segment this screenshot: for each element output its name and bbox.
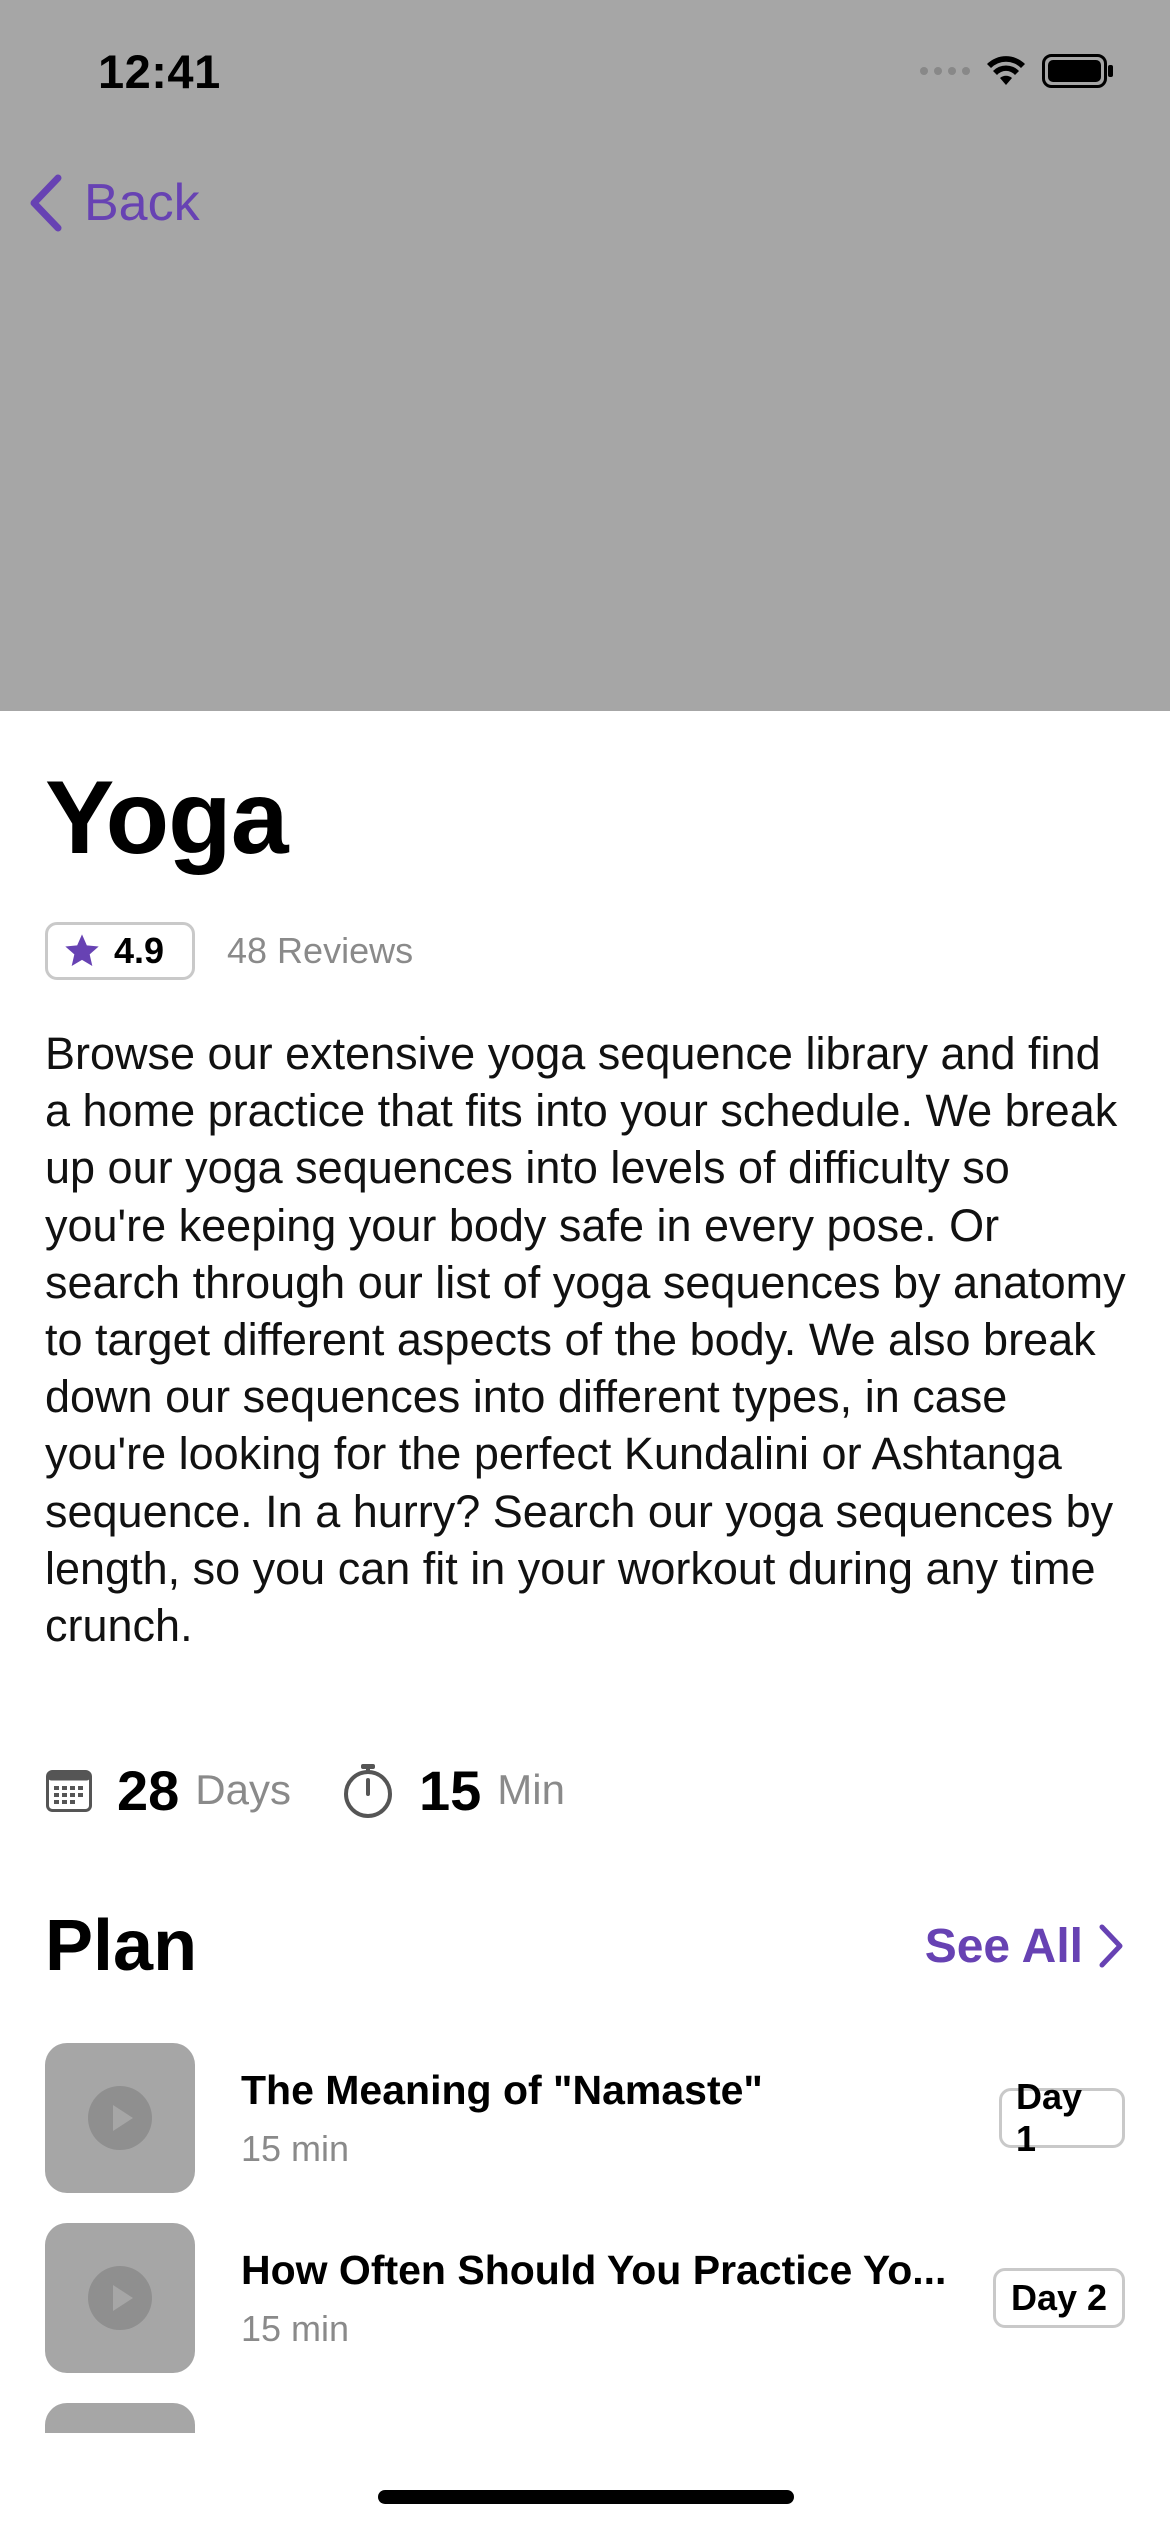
plan-list: The Meaning of "Namaste" 15 min Day 1 Ho…	[45, 2043, 1125, 2403]
plan-item-text: How Often Should You Practice Yo... 15 m…	[241, 2247, 971, 2350]
rating-row: 4.9 48 Reviews	[45, 922, 413, 980]
play-icon	[88, 2086, 152, 2150]
rating-value: 4.9	[114, 930, 165, 971]
program-detail-screen: 12:41 Back Yoga 4.9 48 Reviews Browse ou…	[0, 0, 1170, 2532]
chevron-right-icon	[1099, 1924, 1123, 1968]
days-stat: 28 Days	[45, 1758, 291, 1823]
plan-item-duration: 15 min	[241, 2307, 350, 2349]
plan-item-title: The Meaning of "Namaste"	[241, 2066, 763, 2113]
duration-stat: 15 Min	[341, 1758, 565, 1823]
minutes-value: 15	[419, 1758, 482, 1822]
back-button[interactable]: Back	[24, 172, 200, 234]
wifi-icon	[987, 56, 1025, 85]
minutes-unit: Min	[497, 1766, 565, 1813]
status-time: 12:41	[98, 45, 221, 98]
plan-item-title: How Often Should You Practice Yo...	[241, 2246, 947, 2293]
reviews-count[interactable]: 48 Reviews	[227, 930, 413, 972]
see-all-label: See All	[924, 1919, 1083, 1973]
see-all-button[interactable]: See All	[925, 1919, 1125, 1974]
video-thumbnail-partial[interactable]	[45, 2403, 195, 2433]
bottom-safe-area	[0, 2433, 1170, 2532]
video-thumbnail[interactable]	[45, 2043, 195, 2193]
days-unit: Days	[195, 1766, 291, 1813]
home-indicator[interactable]	[378, 2490, 794, 2504]
plan-item[interactable]: How Often Should You Practice Yo... 15 m…	[45, 2223, 1125, 2373]
plan-item-duration: 15 min	[241, 2127, 350, 2169]
plan-header: Plan See All	[45, 1905, 1125, 1987]
day-badge: Day 2	[993, 2268, 1125, 2328]
signal-icon	[920, 67, 970, 75]
program-stats: 28 Days 15 Min	[45, 1755, 565, 1825]
star-icon	[65, 934, 99, 966]
status-icons	[920, 54, 1114, 88]
day-badge: Day 1	[999, 2076, 1125, 2159]
plan-item-text: The Meaning of "Namaste" 15 min	[241, 2067, 971, 2170]
hero-image-placeholder: 12:41 Back	[0, 0, 1170, 711]
back-label: Back	[84, 174, 200, 232]
plan-item[interactable]: The Meaning of "Namaste" 15 min Day 1	[45, 2043, 1125, 2193]
battery-icon	[1042, 54, 1113, 88]
program-title: Yoga	[45, 760, 289, 876]
plan-title: Plan	[45, 1906, 198, 1986]
program-description: Browse our extensive yoga sequence libra…	[45, 1028, 1126, 1652]
back-chevron-icon	[30, 174, 62, 232]
calendar-icon	[46, 1770, 92, 1812]
play-icon	[88, 2266, 152, 2330]
video-thumbnail[interactable]	[45, 2223, 195, 2373]
days-value: 28	[117, 1758, 180, 1822]
stopwatch-icon	[344, 1764, 392, 1818]
rating-badge: 4.9	[45, 922, 195, 980]
